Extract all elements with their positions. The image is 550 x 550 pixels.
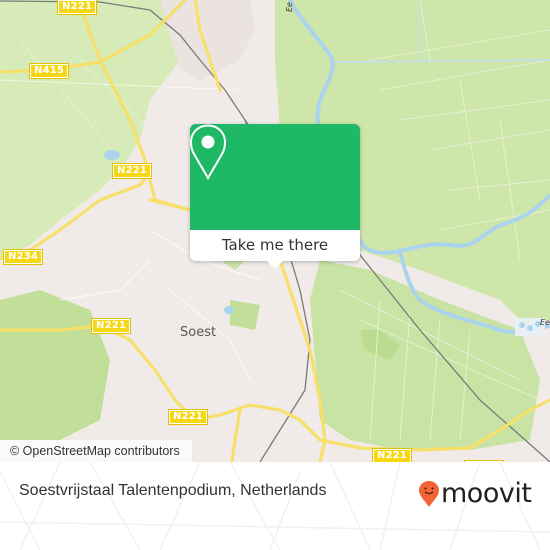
- forest-area-southwest: [0, 290, 110, 440]
- water-label-eem: Ee: [540, 318, 550, 327]
- road-label-n221: N221: [56, 0, 98, 15]
- moovit-logo[interactable]: moovit: [418, 478, 532, 509]
- pond: [104, 150, 120, 160]
- road-label-n221: N221: [111, 163, 153, 179]
- road-label-n234: N234: [2, 249, 44, 265]
- road-label-n415: N415: [28, 63, 70, 79]
- road-label-n221: N221: [90, 318, 132, 334]
- water-label-eem: Ee: [285, 2, 294, 12]
- place-name: Soestvrijstaal Talentenpodium, Netherlan…: [19, 482, 327, 499]
- map-pin-icon: [190, 124, 227, 180]
- moovit-logo-text: moovit: [441, 478, 532, 509]
- map-view[interactable]: N221 N415 N221 N234 N221 N221 N221 N221 …: [0, 0, 550, 462]
- place-label-soest: Soest: [180, 325, 217, 340]
- forest-patch: [230, 300, 260, 330]
- location-popup[interactable]: Take me there: [190, 124, 360, 269]
- moovit-smiley-pin-icon: [419, 481, 439, 507]
- popup-header: [190, 124, 360, 230]
- pond: [224, 306, 234, 314]
- map-attribution[interactable]: © OpenStreetMap contributors: [0, 440, 192, 462]
- popup-pointer: [266, 260, 284, 269]
- road-label-n221: N221: [167, 409, 209, 425]
- footer-bar: Soestvrijstaal Talentenpodium, Netherlan…: [0, 462, 550, 550]
- road-label-n221: N221: [371, 448, 413, 462]
- take-me-there-button[interactable]: Take me there: [190, 230, 360, 261]
